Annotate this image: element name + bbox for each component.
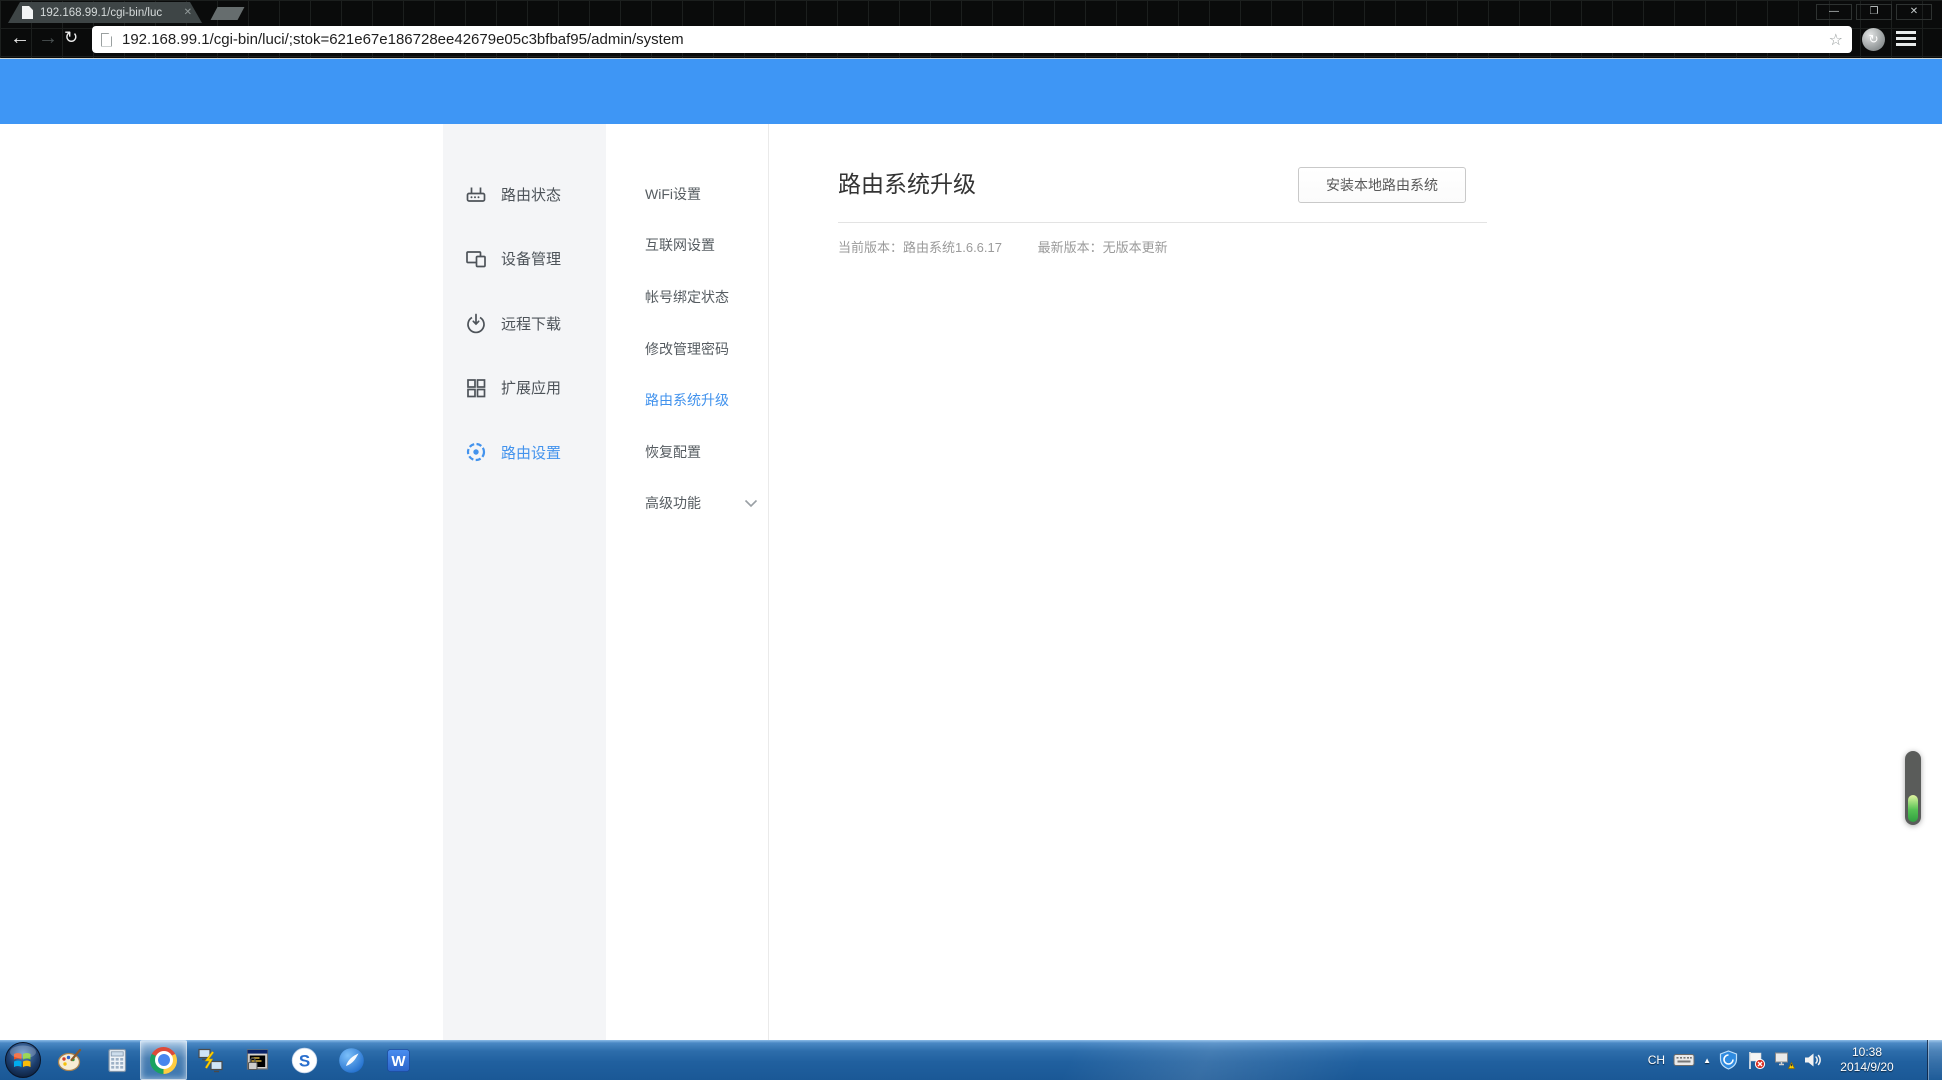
divider xyxy=(838,222,1487,223)
submenu-label: 高级功能 xyxy=(645,493,701,513)
extension-icon[interactable]: ↻ xyxy=(1862,28,1885,51)
sidebar-item-router-settings[interactable]: 路由设置 xyxy=(443,420,606,485)
primary-sidebar: 路由状态 设备管理 远程下载 扩展应用 xyxy=(443,124,606,1040)
reload-button[interactable]: ↻ xyxy=(64,27,78,49)
latest-version-text: 最新版本：无版本更新 xyxy=(1038,240,1168,255)
submenu-label: 互联网设置 xyxy=(645,235,715,255)
devices-icon xyxy=(464,247,488,271)
system-tray: CH ▲ xyxy=(1640,1040,1903,1080)
tab-close-icon[interactable]: ✕ xyxy=(184,8,192,18)
secure-terminal-app-button[interactable] xyxy=(234,1040,281,1080)
gear-icon xyxy=(464,440,488,464)
wps-app-button[interactable]: W xyxy=(375,1040,422,1080)
console-lock-icon xyxy=(244,1047,271,1074)
submenu-label: 帐号绑定状态 xyxy=(645,287,729,307)
submenu-item-restore-config[interactable]: 恢复配置 xyxy=(606,426,768,478)
submenu-item-account-binding[interactable]: 帐号绑定状态 xyxy=(606,271,768,323)
submenu-label: 路由系统升级 xyxy=(645,390,729,410)
keyboard-icon[interactable] xyxy=(1673,1052,1695,1068)
browser-tab[interactable]: 192.168.99.1/cgi-bin/luc ✕ xyxy=(8,2,202,23)
svg-text:S: S xyxy=(299,1051,310,1070)
windows-flag-icon xyxy=(14,1053,31,1067)
close-button[interactable]: ✕ xyxy=(1896,4,1932,20)
taskbar: S W CH xyxy=(0,1040,1942,1080)
sogou-icon: S xyxy=(291,1047,318,1074)
forward-button[interactable]: → xyxy=(38,27,58,49)
url-text[interactable]: 192.168.99.1/cgi-bin/luci/;stok=621e67e1… xyxy=(122,31,684,48)
chevron-down-icon xyxy=(744,499,758,508)
url-page-icon xyxy=(101,33,112,47)
sidebar-item-label: 设备管理 xyxy=(501,248,561,269)
sidebar-item-remote-download[interactable]: 远程下载 xyxy=(443,291,606,356)
security-shield-icon[interactable] xyxy=(1719,1050,1738,1070)
network-connection-app-button[interactable] xyxy=(187,1040,234,1080)
clock[interactable]: 10:38 2014/9/20 xyxy=(1831,1045,1903,1075)
sogou-pinyin-app-button[interactable]: S xyxy=(281,1040,328,1080)
browser-menu-icon[interactable] xyxy=(1896,31,1916,49)
minimize-button[interactable]: — xyxy=(1816,4,1852,20)
language-indicator[interactable]: CH xyxy=(1648,1053,1665,1067)
page-title: 路由系统升级 xyxy=(838,165,976,199)
back-button[interactable]: ← xyxy=(10,27,30,49)
submenu-item-wifi[interactable]: WiFi设置 xyxy=(606,168,768,220)
svg-text:W: W xyxy=(391,1053,406,1070)
submenu-label: 修改管理密码 xyxy=(645,339,729,359)
sidebar-item-label: 扩展应用 xyxy=(501,377,561,398)
taskbar-icons: S W xyxy=(46,1040,422,1080)
apps-grid-icon xyxy=(464,376,488,400)
new-tab-button[interactable] xyxy=(211,7,245,20)
network-computers-icon xyxy=(197,1047,224,1074)
calculator-icon xyxy=(104,1047,130,1074)
clock-time: 10:38 xyxy=(1831,1045,1903,1060)
start-button[interactable] xyxy=(3,1041,43,1079)
paint-app-button[interactable] xyxy=(46,1040,93,1080)
side-progress-widget[interactable] xyxy=(1905,751,1921,825)
sidebar-item-device-management[interactable]: 设备管理 xyxy=(443,227,606,292)
address-bar[interactable]: 192.168.99.1/cgi-bin/luci/;stok=621e67e1… xyxy=(92,26,1852,53)
calculator-app-button[interactable] xyxy=(93,1040,140,1080)
tab-title: 192.168.99.1/cgi-bin/luc xyxy=(40,7,178,19)
network-status-icon[interactable] xyxy=(1774,1050,1795,1070)
submenu-item-internet[interactable]: 互联网设置 xyxy=(606,220,768,272)
submenu-item-admin-password[interactable]: 修改管理密码 xyxy=(606,323,768,375)
paint-icon xyxy=(56,1047,83,1074)
chrome-app-button[interactable] xyxy=(140,1040,187,1080)
submenu-label: WiFi设置 xyxy=(645,184,701,204)
blue-sphere-icon xyxy=(338,1047,365,1074)
tray-expand-icon[interactable]: ▲ xyxy=(1703,1056,1711,1065)
sidebar-item-label: 远程下载 xyxy=(501,313,561,334)
screen: 192.168.99.1/cgi-bin/luc ✕ — ❐ ✕ ← → ↻ 1… xyxy=(0,0,1942,1080)
browser-frame: 192.168.99.1/cgi-bin/luc ✕ — ❐ ✕ ← → ↻ 1… xyxy=(0,0,1942,58)
submenu-item-advanced[interactable]: 高级功能 xyxy=(606,478,768,530)
window-controls: — ❐ ✕ xyxy=(1812,4,1932,20)
action-center-flag-icon[interactable] xyxy=(1746,1050,1766,1070)
router-icon xyxy=(464,182,488,206)
site-header: 新路由 下载客户端 xyxy=(0,58,1942,124)
settings-submenu: WiFi设置 互联网设置 帐号绑定状态 修改管理密码 路由系统升级 恢复配置 高… xyxy=(606,124,769,1040)
restore-button[interactable]: ❐ xyxy=(1856,4,1892,20)
sidebar-item-extended-apps[interactable]: 扩展应用 xyxy=(443,356,606,421)
clock-date: 2014/9/20 xyxy=(1831,1060,1903,1075)
download-circle-icon xyxy=(464,311,488,335)
sidebar-item-label: 路由状态 xyxy=(501,184,561,205)
page-favicon-icon xyxy=(22,6,33,19)
current-version-text: 当前版本：路由系统1.6.6.17 xyxy=(838,240,1002,255)
download-client-link[interactable]: 下载客户端 xyxy=(1413,143,1478,162)
sidebar-item-router-status[interactable]: 路由状态 xyxy=(443,162,606,227)
submenu-item-system-upgrade[interactable]: 路由系统升级 xyxy=(606,374,768,426)
progress-fill xyxy=(1908,795,1918,822)
volume-icon[interactable] xyxy=(1803,1051,1823,1069)
install-local-system-button[interactable]: 安装本地路由系统 xyxy=(1298,167,1466,203)
wps-w-icon: W xyxy=(385,1047,412,1074)
bookmark-star-icon[interactable]: ☆ xyxy=(1829,30,1843,50)
browser-sphere-app-button[interactable] xyxy=(328,1040,375,1080)
sidebar-item-label: 路由设置 xyxy=(501,442,561,463)
chrome-icon xyxy=(150,1047,177,1074)
version-info: 当前版本：路由系统1.6.6.17 最新版本：无版本更新 xyxy=(838,237,1168,256)
show-desktop-button[interactable] xyxy=(1927,1040,1942,1080)
submenu-label: 恢复配置 xyxy=(645,442,701,462)
